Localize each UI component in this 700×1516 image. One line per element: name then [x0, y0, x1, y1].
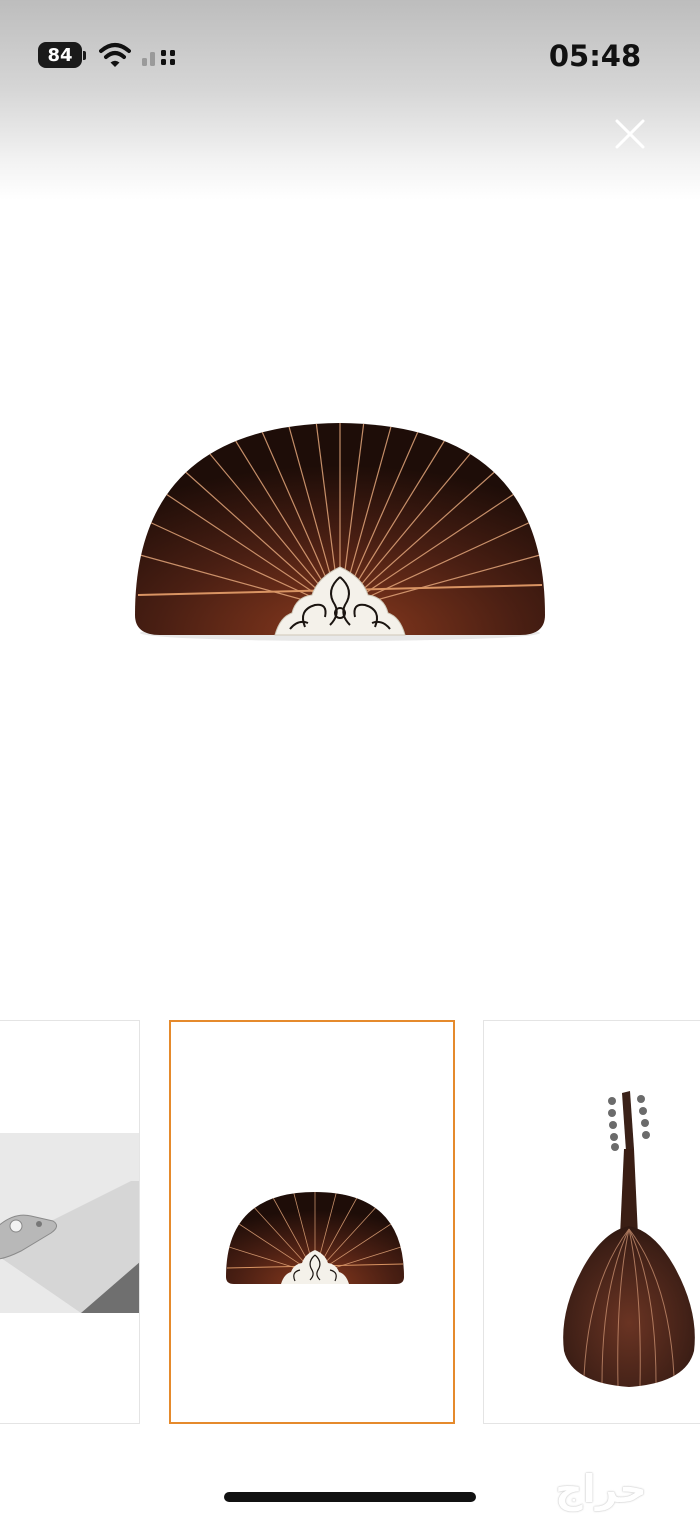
thumbnail-1[interactable]: [0, 1020, 140, 1424]
close-button[interactable]: [608, 112, 652, 156]
thumbnail-3[interactable]: [483, 1020, 700, 1424]
thumbnail-1-image: [0, 1133, 139, 1313]
status-time: 05:48: [548, 39, 642, 73]
cellular-signal-icon: [142, 50, 175, 66]
battery-cap: [83, 50, 86, 60]
thumbnail-2-image: [226, 1192, 404, 1284]
thumbnail-3-image: [563, 1091, 695, 1387]
battery-icon: 84: [38, 42, 86, 68]
watermark-logo: حراج: [555, 1467, 647, 1511]
thumbnail-2-selected[interactable]: [169, 1020, 455, 1424]
wifi-icon: [99, 43, 131, 67]
close-icon: [615, 119, 645, 149]
status-bar: 84 05:48: [0, 0, 700, 110]
product-main-image: [135, 423, 545, 641]
home-indicator: [224, 1492, 476, 1502]
battery-level: 84: [38, 42, 82, 68]
